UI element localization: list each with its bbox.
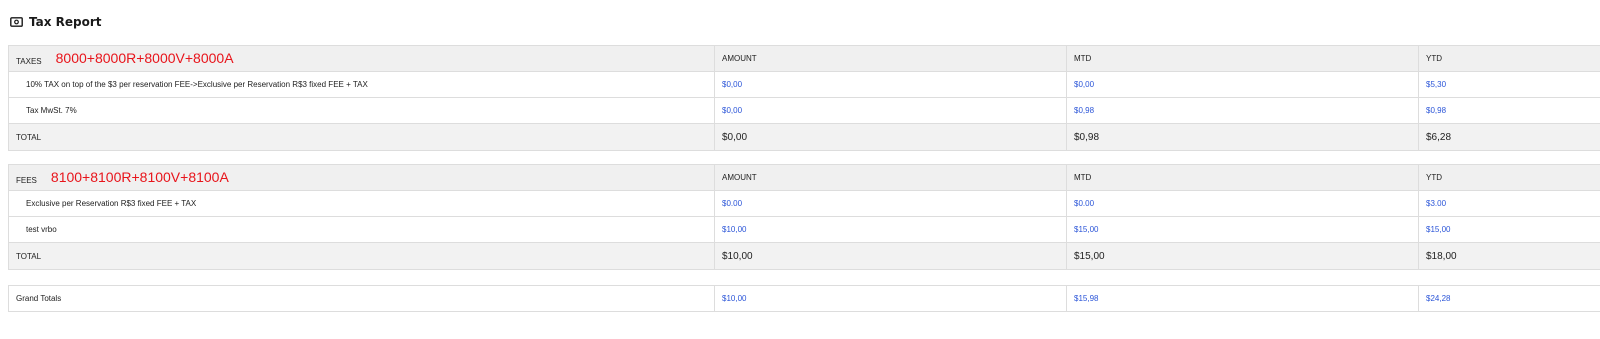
taxes-header-row: TAXES 8000+8000R+8000V+8000A AMOUNT MTD Y…	[8, 45, 1600, 72]
fees-ytd-header: YTD	[1418, 164, 1600, 191]
fees-amount-header: AMOUNT	[714, 164, 1067, 191]
fee-row-label: test vrbo	[8, 216, 715, 243]
grand-totals-amount: $10,00	[714, 285, 1067, 312]
taxes-total-ytd: $6,28	[1418, 123, 1600, 151]
fee-row-mtd: $0.00	[1066, 190, 1419, 217]
ytd-link[interactable]: $0,98	[1426, 106, 1446, 115]
taxes-total-amount: $0,00	[714, 123, 1067, 151]
fees-header-cell: FEES 8100+8100R+8100V+8100A	[8, 164, 715, 191]
mtd-link[interactable]: $15,98	[1074, 294, 1098, 303]
tax-row-mtd: $0,00	[1066, 71, 1419, 98]
mtd-link[interactable]: $0.00	[1074, 199, 1094, 208]
fee-row-ytd: $15,00	[1418, 216, 1600, 243]
fees-total-mtd: $15,00	[1066, 242, 1419, 270]
tax-row-ytd: $0,98	[1418, 97, 1600, 124]
page-title: Tax Report	[29, 15, 102, 29]
taxes-total-label: TOTAL	[8, 123, 715, 151]
tax-row-mtd: $0,98	[1066, 97, 1419, 124]
amount-link[interactable]: $0,00	[722, 80, 742, 89]
grand-totals-ytd: $24,28	[1418, 285, 1600, 312]
mtd-link[interactable]: $0,00	[1074, 80, 1094, 89]
ytd-link[interactable]: $5,30	[1426, 80, 1446, 89]
fees-account-codes: 8100+8100R+8100V+8100A	[50, 168, 229, 185]
grand-totals-label: Grand Totals	[8, 285, 715, 312]
tax-row-label: 10% TAX on top of the $3 per reservation…	[8, 71, 715, 98]
fee-row-amount: $10,00	[714, 216, 1067, 243]
fee-row-ytd: $3.00	[1418, 190, 1600, 217]
table-row: 10% TAX on top of the $3 per reservation…	[8, 71, 1600, 98]
tax-report-page: Tax Report TAXES 8000+8000R+8000V+8000A A…	[0, 0, 1600, 339]
fee-row-amount: $0.00	[714, 190, 1067, 217]
taxes-total-mtd: $0,98	[1066, 123, 1419, 151]
amount-link[interactable]: $10,00	[722, 294, 746, 303]
grand-totals-row: Grand Totals $10,00 $15,98 $24,28	[8, 285, 1600, 312]
table-row: test vrbo $10,00 $15,00 $15,00	[8, 216, 1600, 243]
taxes-table: TAXES 8000+8000R+8000V+8000A AMOUNT MTD Y…	[8, 45, 1600, 151]
ytd-link[interactable]: $15,00	[1426, 225, 1450, 234]
table-row: Tax MwSt. 7% $0,00 $0,98 $0,98	[8, 97, 1600, 124]
fees-mtd-header: MTD	[1066, 164, 1419, 191]
fee-row-mtd: $15,00	[1066, 216, 1419, 243]
amount-link[interactable]: $0,00	[722, 106, 742, 115]
money-bill-icon	[10, 17, 23, 27]
mtd-link[interactable]: $15,00	[1074, 225, 1098, 234]
taxes-account-codes: 8000+8000R+8000V+8000A	[55, 49, 234, 66]
taxes-ytd-header: YTD	[1418, 45, 1600, 72]
ytd-link[interactable]: $3.00	[1426, 199, 1446, 208]
fee-row-label: Exclusive per Reservation R$3 fixed FEE …	[8, 190, 715, 217]
amount-link[interactable]: $0.00	[722, 199, 742, 208]
taxes-amount-header: AMOUNT	[714, 45, 1067, 72]
taxes-section-label: TAXES	[16, 56, 42, 66]
fees-section-label: FEES	[16, 175, 37, 185]
fees-table: FEES 8100+8100R+8100V+8100A AMOUNT MTD YT…	[8, 164, 1600, 270]
amount-link[interactable]: $10,00	[722, 225, 746, 234]
tax-row-amount: $0,00	[714, 71, 1067, 98]
fees-total-ytd: $18,00	[1418, 242, 1600, 270]
tax-row-label: Tax MwSt. 7%	[8, 97, 715, 124]
fees-header-row: FEES 8100+8100R+8100V+8100A AMOUNT MTD YT…	[8, 164, 1600, 191]
grand-totals-mtd: $15,98	[1066, 285, 1419, 312]
table-row: Exclusive per Reservation R$3 fixed FEE …	[8, 190, 1600, 217]
fees-total-label: TOTAL	[8, 242, 715, 270]
taxes-total-row: TOTAL $0,00 $0,98 $6,28	[8, 123, 1600, 151]
grand-totals-table: Grand Totals $10,00 $15,98 $24,28	[8, 285, 1600, 312]
ytd-link[interactable]: $24,28	[1426, 294, 1450, 303]
fees-total-amount: $10,00	[714, 242, 1067, 270]
taxes-header-cell: TAXES 8000+8000R+8000V+8000A	[8, 45, 715, 72]
tax-row-ytd: $5,30	[1418, 71, 1600, 98]
tax-row-amount: $0,00	[714, 97, 1067, 124]
page-header: Tax Report	[10, 13, 102, 31]
mtd-link[interactable]: $0,98	[1074, 106, 1094, 115]
fees-total-row: TOTAL $10,00 $15,00 $18,00	[8, 242, 1600, 270]
taxes-mtd-header: MTD	[1066, 45, 1419, 72]
